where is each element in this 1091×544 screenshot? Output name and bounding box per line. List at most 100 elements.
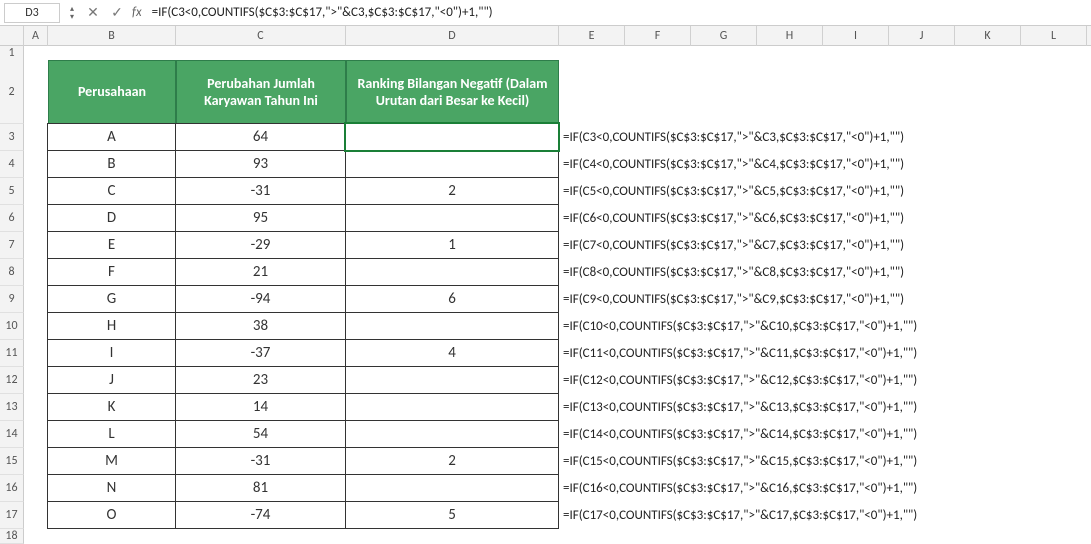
empty-cell[interactable]: [24, 151, 48, 178]
change-cell[interactable]: 38: [175, 312, 346, 340]
ranking-cell[interactable]: [345, 258, 559, 286]
fx-icon[interactable]: fx: [132, 5, 142, 20]
select-all-corner[interactable]: [0, 26, 24, 46]
name-box-stepper[interactable]: ▴ ▾: [66, 3, 78, 23]
row-header[interactable]: 18: [0, 529, 24, 544]
row-header[interactable]: 11: [0, 340, 24, 367]
column-header[interactable]: I: [823, 26, 889, 46]
column-header[interactable]: D: [346, 26, 559, 46]
empty-cell[interactable]: [24, 421, 48, 448]
column-header[interactable]: H: [757, 26, 823, 46]
neighbor-formula-text[interactable]: =IF(C17<0,COUNTIFS($C$3:$C$17,">"&C17,$C…: [559, 502, 1069, 529]
neighbor-formula-text[interactable]: =IF(C8<0,COUNTIFS($C$3:$C$17,">"&C8,$C$3…: [559, 259, 1069, 286]
company-cell[interactable]: B: [47, 150, 176, 178]
neighbor-formula-text[interactable]: =IF(C16<0,COUNTIFS($C$3:$C$17,">"&C16,$C…: [559, 475, 1069, 502]
neighbor-formula-text[interactable]: =IF(C4<0,COUNTIFS($C$3:$C$17,">"&C4,$C$3…: [559, 151, 1069, 178]
empty-cell[interactable]: [24, 46, 48, 61]
empty-cell[interactable]: [346, 529, 559, 544]
change-cell[interactable]: -31: [175, 177, 346, 205]
neighbor-formula-text[interactable]: =IF(C10<0,COUNTIFS($C$3:$C$17,">"&C10,$C…: [559, 313, 1069, 340]
row-header[interactable]: 1: [0, 46, 24, 61]
empty-cell[interactable]: [559, 529, 1069, 544]
column-header[interactable]: C: [176, 26, 346, 46]
column-header[interactable]: F: [625, 26, 691, 46]
ranking-cell[interactable]: 4: [345, 339, 559, 367]
company-cell[interactable]: O: [47, 501, 176, 529]
empty-cell[interactable]: [559, 60, 1069, 124]
empty-cell[interactable]: [24, 313, 48, 340]
column-header[interactable]: J: [889, 26, 955, 46]
column-header[interactable]: E: [559, 26, 625, 46]
change-cell[interactable]: -29: [175, 231, 346, 259]
neighbor-formula-text[interactable]: =IF(C5<0,COUNTIFS($C$3:$C$17,">"&C5,$C$3…: [559, 178, 1069, 205]
empty-cell[interactable]: [176, 529, 346, 544]
change-cell[interactable]: 64: [175, 123, 346, 151]
company-cell[interactable]: M: [47, 447, 176, 475]
change-cell[interactable]: 95: [175, 204, 346, 232]
ranking-cell[interactable]: 2: [345, 177, 559, 205]
empty-cell[interactable]: [24, 124, 48, 151]
change-cell[interactable]: -74: [175, 501, 346, 529]
change-cell[interactable]: 81: [175, 474, 346, 502]
ranking-cell[interactable]: [345, 474, 559, 502]
row-header[interactable]: 2: [0, 60, 24, 124]
cancel-formula-button[interactable]: ✕: [84, 4, 102, 21]
column-header[interactable]: K: [955, 26, 1021, 46]
empty-cell[interactable]: [24, 529, 48, 544]
ranking-cell[interactable]: [345, 420, 559, 448]
column-header[interactable]: L: [1021, 26, 1087, 46]
change-cell[interactable]: -37: [175, 339, 346, 367]
formula-input[interactable]: =IF(C3<0,COUNTIFS($C$3:$C$17,">"&C3,$C$3…: [148, 5, 1087, 20]
empty-cell[interactable]: [346, 46, 559, 61]
neighbor-formula-text[interactable]: =IF(C13<0,COUNTIFS($C$3:$C$17,">"&C13,$C…: [559, 394, 1069, 421]
company-cell[interactable]: D: [47, 204, 176, 232]
company-cell[interactable]: I: [47, 339, 176, 367]
empty-cell[interactable]: [24, 205, 48, 232]
empty-cell[interactable]: [24, 232, 48, 259]
confirm-formula-button[interactable]: ✓: [108, 4, 126, 21]
empty-cell[interactable]: [24, 367, 48, 394]
row-header[interactable]: 17: [0, 502, 24, 529]
ranking-cell[interactable]: [345, 312, 559, 340]
ranking-cell[interactable]: 1: [345, 231, 559, 259]
row-header[interactable]: 16: [0, 475, 24, 502]
empty-cell[interactable]: [24, 340, 48, 367]
row-header[interactable]: 5: [0, 178, 24, 205]
empty-cell[interactable]: [24, 259, 48, 286]
ranking-cell[interactable]: [345, 393, 559, 421]
company-cell[interactable]: N: [47, 474, 176, 502]
empty-cell[interactable]: [559, 46, 1069, 61]
company-cell[interactable]: J: [47, 366, 176, 394]
neighbor-formula-text[interactable]: =IF(C7<0,COUNTIFS($C$3:$C$17,">"&C7,$C$3…: [559, 232, 1069, 259]
ranking-cell[interactable]: [345, 366, 559, 394]
company-cell[interactable]: C: [47, 177, 176, 205]
empty-cell[interactable]: [48, 529, 176, 544]
company-cell[interactable]: F: [47, 258, 176, 286]
neighbor-formula-text[interactable]: =IF(C14<0,COUNTIFS($C$3:$C$17,">"&C14,$C…: [559, 421, 1069, 448]
change-cell[interactable]: 93: [175, 150, 346, 178]
change-cell[interactable]: 54: [175, 420, 346, 448]
ranking-cell[interactable]: [345, 204, 559, 232]
ranking-cell[interactable]: 2: [345, 447, 559, 475]
table-header-cell[interactable]: Perubahan Jumlah Karyawan Tahun Ini: [176, 60, 346, 124]
empty-cell[interactable]: [24, 394, 48, 421]
empty-cell[interactable]: [24, 502, 48, 529]
company-cell[interactable]: A: [47, 123, 176, 151]
neighbor-formula-text[interactable]: =IF(C6<0,COUNTIFS($C$3:$C$17,">"&C6,$C$3…: [559, 205, 1069, 232]
table-header-cell[interactable]: Perusahaan: [48, 60, 176, 124]
name-box[interactable]: D3: [4, 3, 60, 23]
ranking-cell[interactable]: 6: [345, 285, 559, 313]
row-header[interactable]: 7: [0, 232, 24, 259]
column-header[interactable]: G: [691, 26, 757, 46]
row-header[interactable]: 14: [0, 421, 24, 448]
empty-cell[interactable]: [24, 286, 48, 313]
empty-cell[interactable]: [24, 448, 48, 475]
change-cell[interactable]: -31: [175, 447, 346, 475]
table-header-cell[interactable]: Ranking Bilangan Negatif (Dalam Urutan d…: [346, 60, 559, 124]
ranking-cell[interactable]: 5: [345, 501, 559, 529]
neighbor-formula-text[interactable]: =IF(C15<0,COUNTIFS($C$3:$C$17,">"&C15,$C…: [559, 448, 1069, 475]
row-header[interactable]: 15: [0, 448, 24, 475]
empty-cell[interactable]: [24, 475, 48, 502]
company-cell[interactable]: H: [47, 312, 176, 340]
column-header[interactable]: B: [48, 26, 176, 46]
